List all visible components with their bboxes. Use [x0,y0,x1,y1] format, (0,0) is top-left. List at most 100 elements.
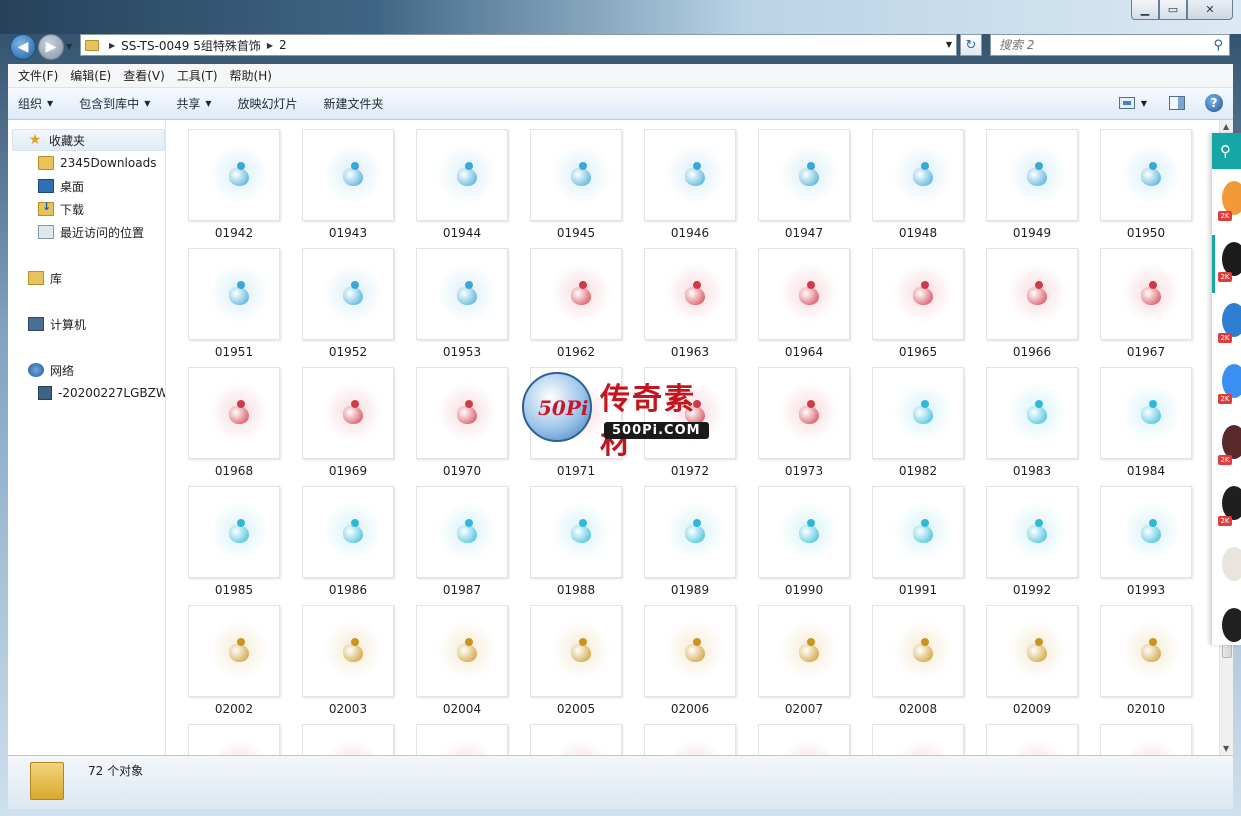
help-icon[interactable]: ? [1205,94,1223,112]
address-bar[interactable]: ▶ SS-TS-0049 5组特殊首饰 ▶ 2 ▼ [80,34,957,56]
menu-edit[interactable]: 编辑(E) [64,67,117,84]
file-tile[interactable] [753,724,853,755]
sidebar-app-icon[interactable] [1222,608,1241,642]
file-tile[interactable]: 01951 [183,248,283,366]
file-tile[interactable]: 01943 [297,129,397,247]
file-tile[interactable]: 02009 [981,605,1081,723]
nav-item-downloads[interactable]: 下载 [38,198,84,220]
search-input[interactable] [999,38,1199,52]
file-tile[interactable]: 01989 [639,486,739,604]
file-tile[interactable]: 02006 [639,605,739,723]
file-tile[interactable]: 01973 [753,367,853,485]
file-tile[interactable]: 01968 [183,367,283,485]
refresh-button[interactable]: ↻ [960,34,982,56]
menu-tools[interactable]: 工具(T) [171,67,224,84]
file-tile[interactable]: 01990 [753,486,853,604]
menu-file[interactable]: 文件(F) [12,67,64,84]
search-box[interactable]: ⚲ [990,34,1230,56]
file-tile[interactable]: 02010 [1095,605,1195,723]
file-tile[interactable]: 01949 [981,129,1081,247]
file-tile[interactable]: 01944 [411,129,511,247]
file-tile[interactable] [1095,724,1195,755]
file-tile[interactable]: 01983 [981,367,1081,485]
organize-button[interactable]: 组织 ▼ [18,95,53,112]
file-tile[interactable]: 01988 [525,486,625,604]
file-tile[interactable]: 02007 [753,605,853,723]
file-tile[interactable]: 01962 [525,248,625,366]
file-tile[interactable]: 01945 [525,129,625,247]
file-tile[interactable]: 01965 [867,248,967,366]
file-tile[interactable]: 02002 [183,605,283,723]
file-tile[interactable]: 01992 [981,486,1081,604]
file-tile[interactable]: 01953 [411,248,511,366]
sidebar-app-icon[interactable] [1222,486,1241,520]
file-tile[interactable]: 02005 [525,605,625,723]
menu-help[interactable]: 帮助(H) [224,67,278,84]
close-icon[interactable]: ✕ [1187,0,1233,20]
back-button[interactable]: ◀ [10,34,36,60]
file-tile[interactable]: 01963 [639,248,739,366]
sidebar-app-icon[interactable] [1222,364,1241,398]
scroll-down-icon[interactable]: ▼ [1223,744,1229,753]
file-tile[interactable]: 01942 [183,129,283,247]
recent-pages-dropdown-icon[interactable]: ▼ [66,42,72,51]
sidebar-app-icon[interactable] [1222,547,1241,581]
file-tile[interactable]: 01969 [297,367,397,485]
file-tile[interactable]: 01952 [297,248,397,366]
nav-item-network-computer[interactable]: -20200227LGBZWI [38,382,165,404]
file-tile[interactable]: 02003 [297,605,397,723]
file-tile[interactable] [297,724,397,755]
file-tile[interactable]: 01964 [753,248,853,366]
new-folder-button[interactable]: 新建文件夹 [324,95,384,112]
slideshow-button[interactable]: 放映幻灯片 [238,95,298,112]
nav-item-recent-places[interactable]: 最近访问的位置 [38,221,144,243]
sidebar-app-icon[interactable] [1222,303,1241,337]
file-tile[interactable]: 01987 [411,486,511,604]
breadcrumb-separator-icon[interactable]: ▶ [109,41,115,50]
file-tile[interactable] [639,724,739,755]
file-tile[interactable]: 01993 [1095,486,1195,604]
file-tile[interactable]: 01984 [1095,367,1195,485]
address-dropdown-icon[interactable]: ▼ [946,40,952,49]
minimize-icon[interactable]: ▁ [1131,0,1159,20]
file-tile[interactable] [867,724,967,755]
search-icon[interactable]: ⚲ [1213,38,1223,53]
sidebar-search-button[interactable]: ⚲ [1212,133,1241,169]
forward-button[interactable]: ▶ [38,34,64,60]
nav-computer[interactable]: 计算机 [28,313,86,335]
nav-item-2345downloads[interactable]: 2345Downloads [38,152,156,174]
maximize-icon[interactable]: ▭ [1159,0,1187,20]
file-tile[interactable]: 02008 [867,605,967,723]
sidebar-app-icon[interactable] [1222,242,1241,276]
nav-item-desktop[interactable]: 桌面 [38,175,84,197]
file-tile[interactable]: 01982 [867,367,967,485]
include-in-library-button[interactable]: 包含到库中 ▼ [79,95,150,112]
file-tile[interactable]: 01947 [753,129,853,247]
file-tile[interactable]: 01970 [411,367,511,485]
file-tile[interactable]: 01966 [981,248,1081,366]
breadcrumb-item[interactable]: SS-TS-0049 5组特殊首饰 [121,37,261,54]
file-tile[interactable]: 02004 [411,605,511,723]
file-tile[interactable]: 01986 [297,486,397,604]
sidebar-app-icon[interactable] [1222,181,1241,215]
file-tile[interactable]: 01991 [867,486,967,604]
file-tile[interactable] [411,724,511,755]
breadcrumb-item[interactable]: 2 [279,38,287,52]
file-tile[interactable]: 01985 [183,486,283,604]
file-tile[interactable] [525,724,625,755]
file-tile[interactable] [981,724,1081,755]
file-tile[interactable]: 01948 [867,129,967,247]
scroll-up-icon[interactable]: ▲ [1223,122,1229,131]
change-view-icon[interactable] [1118,97,1135,109]
preview-pane-icon[interactable] [1169,96,1185,110]
view-options-dropdown-icon[interactable]: ▼ [1141,99,1147,108]
file-tile[interactable]: 01967 [1095,248,1195,366]
nav-network[interactable]: 网络 [28,359,74,381]
file-tile[interactable]: 01950 [1095,129,1195,247]
file-tile[interactable]: 01946 [639,129,739,247]
nav-libraries[interactable]: 库 [28,267,62,289]
nav-favorites[interactable]: ★ 收藏夹 [12,129,165,151]
share-button[interactable]: 共享 ▼ [176,95,211,112]
file-tile[interactable] [183,724,283,755]
sidebar-app-icon[interactable] [1222,425,1241,459]
